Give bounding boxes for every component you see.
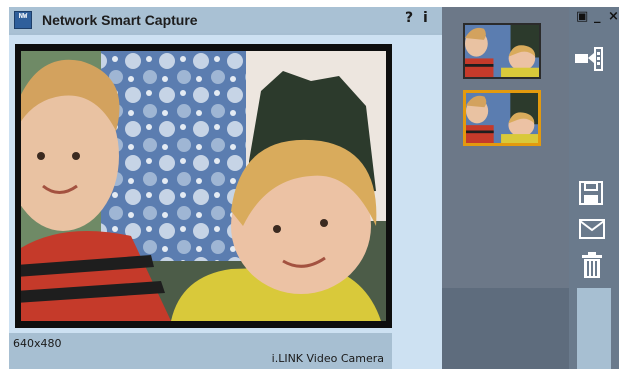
app-window: NW Network Smart Capture ? i 640x480 i.L… xyxy=(9,7,619,369)
captured-thumbnail[interactable] xyxy=(463,23,541,79)
toolbar-panel: ▣ _ × xyxy=(569,7,619,369)
window-title: Network Smart Capture xyxy=(42,12,198,28)
restore-button[interactable]: ▣ xyxy=(576,9,588,24)
video-panel: 640x480 i.LINK Video Camera xyxy=(9,35,442,369)
title-bar: NW Network Smart Capture ? i xyxy=(9,7,442,33)
transfer-icon[interactable] xyxy=(574,45,604,73)
device-name-label: i.LINK Video Camera xyxy=(271,352,384,365)
app-logo: NW xyxy=(14,11,32,29)
toolbar-footer xyxy=(577,288,611,369)
close-button[interactable]: × xyxy=(608,9,619,24)
help-button[interactable]: ? xyxy=(405,10,413,26)
window-controls: ▣ _ × xyxy=(569,9,619,29)
captured-thumbnail-selected[interactable] xyxy=(463,90,541,146)
info-button[interactable]: i xyxy=(423,10,428,26)
trash-icon[interactable] xyxy=(581,251,603,279)
minimize-button[interactable]: _ xyxy=(594,9,601,24)
mail-icon[interactable] xyxy=(579,219,605,239)
resolution-label: 640x480 xyxy=(13,337,62,350)
thumbnail-strip xyxy=(442,7,569,369)
status-bar: 640x480 i.LINK Video Camera xyxy=(9,333,392,369)
save-icon[interactable] xyxy=(579,181,603,205)
live-video-preview[interactable] xyxy=(21,51,386,321)
video-frame xyxy=(15,44,392,328)
